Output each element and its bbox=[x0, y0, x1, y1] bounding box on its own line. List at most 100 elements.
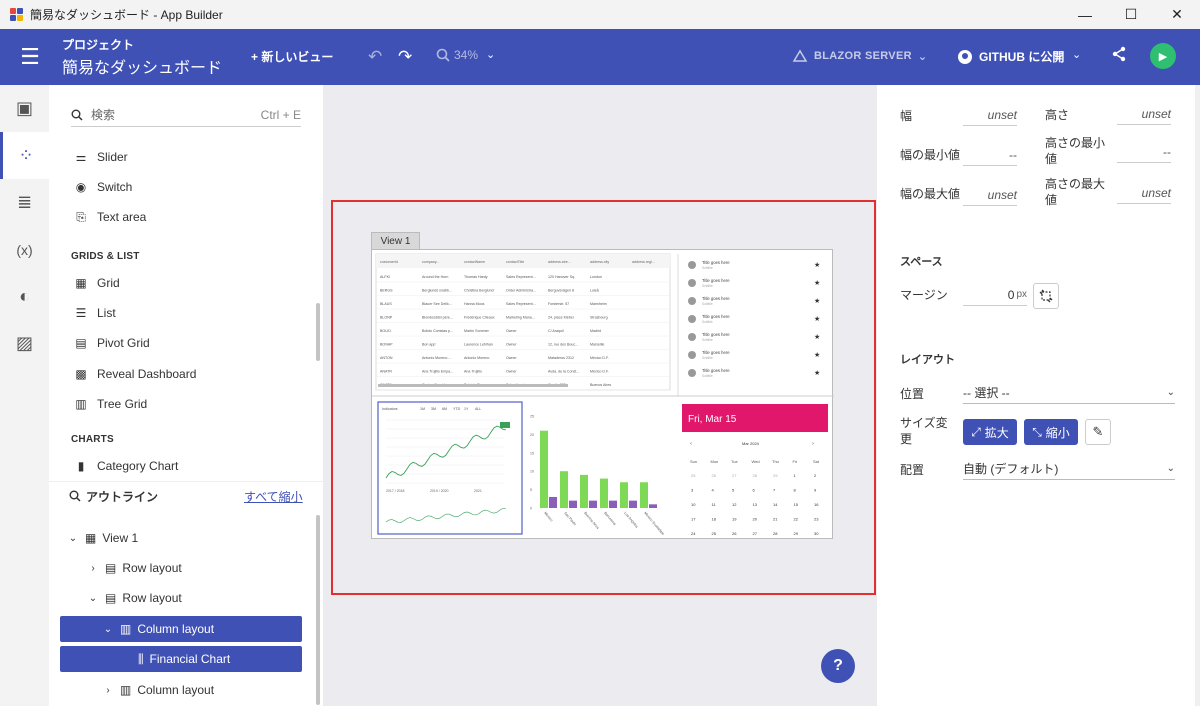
link-margin-icon[interactable] bbox=[1033, 283, 1059, 309]
margin-field[interactable]: 0 px bbox=[963, 284, 1027, 306]
chevron-down-icon: ⌄ bbox=[1166, 387, 1175, 398]
redo-icon[interactable]: ↷ bbox=[398, 47, 412, 67]
shrink-label: 縮小 bbox=[1045, 425, 1070, 440]
help-button[interactable]: ? bbox=[821, 649, 855, 683]
grid-header-cell: address.city bbox=[590, 260, 609, 264]
margin-unit: px bbox=[1016, 289, 1027, 300]
edit-icon[interactable]: ✎ bbox=[1085, 419, 1111, 445]
publish-github-button[interactable]: GITHUB に公開 bbox=[957, 48, 1064, 65]
grow-button[interactable]: ⤢ 拡大 bbox=[963, 419, 1017, 445]
list-subtitle: Subtitle bbox=[702, 338, 713, 342]
chevron-down-icon[interactable]: ⌄ bbox=[1072, 48, 1081, 61]
zoom-dropdown-icon[interactable]: ⌄ bbox=[486, 48, 495, 61]
new-view-button[interactable]: + 新しいビュー bbox=[251, 48, 333, 65]
column-layout-icon: ▥ bbox=[120, 683, 132, 697]
window-title: 簡易なダッシュボード - App Builder bbox=[30, 8, 223, 22]
github-icon bbox=[958, 49, 972, 64]
assets-icon[interactable]: ▨ bbox=[0, 320, 49, 367]
views-icon[interactable]: ▣ bbox=[0, 85, 49, 132]
view-tab[interactable]: View 1 bbox=[371, 232, 420, 250]
calendar-weekday: Tue bbox=[731, 459, 739, 464]
financial-chart-icon: ⫼ bbox=[138, 651, 144, 666]
space-section-title: スペース bbox=[900, 256, 943, 268]
close-button[interactable]: ✕ bbox=[1154, 0, 1200, 29]
grid-cell: Madrid bbox=[590, 329, 601, 333]
outline-item-financial-chart[interactable]: ⫼ Financial Chart bbox=[60, 646, 302, 672]
component-category-chart[interactable]: ▮ Category Chart bbox=[73, 456, 179, 476]
chevron-down-icon[interactable]: ⌄ bbox=[67, 533, 79, 544]
component-search-input[interactable]: 検索 Ctrl + E bbox=[71, 103, 301, 127]
bar-y-tick: 5 bbox=[530, 488, 532, 492]
chevron-right-icon[interactable]: › bbox=[102, 685, 114, 696]
component-switch[interactable]: ◉ Switch bbox=[73, 177, 133, 197]
undo-icon[interactable]: ↶ bbox=[368, 47, 382, 67]
outline-item-row-layout-2[interactable]: ⌄ ▤ Row layout bbox=[87, 585, 323, 611]
grid-cell: BLAUS bbox=[380, 302, 392, 306]
height-field[interactable]: unset bbox=[1117, 103, 1171, 125]
component-slider[interactable]: ⚌ Slider bbox=[73, 147, 128, 167]
chevron-right-icon[interactable]: › bbox=[87, 563, 99, 574]
view-surface[interactable]: customerId company... contactName contactTi… bbox=[371, 249, 834, 539]
align-select[interactable]: 自動 (デフォルト) ⌄ bbox=[963, 458, 1175, 480]
share-icon[interactable] bbox=[1111, 46, 1127, 67]
calendar-selected-date: Fri, Mar 15 bbox=[688, 414, 737, 425]
outline-item-row-layout-1[interactable]: › ▤ Row layout bbox=[87, 555, 323, 581]
shrink-button[interactable]: ⤡ 縮小 bbox=[1024, 419, 1078, 445]
component-label: Category Chart bbox=[97, 459, 179, 473]
calendar-day: 27 bbox=[753, 531, 758, 536]
max-height-label: 高さの最大値 bbox=[1045, 177, 1106, 207]
run-button[interactable]: ▶ bbox=[1150, 43, 1176, 69]
min-height-field[interactable]: -- bbox=[1117, 141, 1171, 163]
max-height-field[interactable]: unset bbox=[1117, 182, 1171, 204]
min-width-field[interactable]: -- bbox=[963, 144, 1017, 166]
project-name[interactable]: 簡易なダッシュボード bbox=[62, 54, 222, 78]
financial-date-label: 2019 / 2020 bbox=[430, 489, 449, 493]
bar-purple bbox=[649, 504, 657, 508]
view-icon: ▦ bbox=[85, 531, 97, 545]
selected-view-outline[interactable]: View 1 customerId company... contactName co… bbox=[331, 200, 876, 595]
variables-icon[interactable]: (x) bbox=[0, 226, 49, 273]
minimize-button[interactable]: — bbox=[1062, 0, 1108, 29]
blazor-icon bbox=[792, 49, 808, 62]
outline-item-view-1[interactable]: ⌄ ▦ View 1 bbox=[67, 525, 309, 551]
component-grid[interactable]: ▦ Grid bbox=[73, 273, 119, 293]
financial-date-label: 2021 bbox=[474, 489, 482, 493]
components-scrollbar[interactable] bbox=[316, 303, 320, 361]
design-canvas[interactable]: View 1 customerId company... contactName co… bbox=[323, 85, 877, 706]
calendar-day: 19 bbox=[732, 517, 737, 522]
grid-cell: Order Administra... bbox=[506, 289, 536, 293]
component-list[interactable]: ☰ List bbox=[73, 303, 116, 323]
outline-item-column-layout-selected[interactable]: ⌄ ▥ Column layout bbox=[60, 616, 302, 642]
list-title: Title goes here bbox=[702, 260, 730, 265]
components-icon[interactable]: ⁘ bbox=[0, 132, 49, 179]
avatar bbox=[688, 261, 696, 269]
position-select[interactable]: -- 選択 -- ⌄ bbox=[963, 382, 1175, 404]
search-icon[interactable] bbox=[69, 490, 81, 502]
properties-scrollbar[interactable] bbox=[1195, 85, 1200, 706]
chevron-down-icon[interactable]: ⌄ bbox=[87, 593, 99, 604]
component-pivot-grid[interactable]: ▤ Pivot Grid bbox=[73, 333, 149, 353]
avatar bbox=[688, 333, 696, 341]
grid-cell: 120 Hanover Sq. bbox=[548, 275, 575, 279]
bar-green bbox=[560, 471, 568, 508]
platform-selector[interactable]: BLAZOR SERVER ⌄ bbox=[792, 49, 927, 63]
max-width-field[interactable]: unset bbox=[963, 184, 1017, 206]
width-field[interactable]: unset bbox=[963, 104, 1017, 126]
chevron-down-icon[interactable]: ⌄ bbox=[102, 624, 114, 635]
zoom-control[interactable]: 34% bbox=[436, 48, 478, 62]
component-reveal-dashboard[interactable]: ▩ Reveal Dashboard bbox=[73, 364, 196, 384]
collapse-all-link[interactable]: すべて縮小 bbox=[244, 488, 303, 505]
component-text-area[interactable]: ⎘ Text area bbox=[73, 207, 146, 227]
outline-item-column-layout[interactable]: › ▥ Column layout bbox=[102, 677, 323, 703]
outline-label: Row layout bbox=[122, 561, 182, 575]
maximize-button[interactable]: ☐ bbox=[1108, 0, 1154, 29]
shrink-icon: ⤡ bbox=[1032, 424, 1042, 439]
bar-category-label: Sao Paulo bbox=[563, 511, 577, 526]
component-tree-grid[interactable]: ▥ Tree Grid bbox=[73, 394, 147, 414]
data-icon[interactable]: ≣ bbox=[0, 179, 49, 226]
theme-icon[interactable]: ◐ bbox=[0, 273, 49, 320]
list-title: Title goes here bbox=[702, 314, 730, 319]
chevron-right-icon: › bbox=[812, 441, 814, 447]
outline-scrollbar[interactable] bbox=[316, 515, 320, 705]
menu-icon[interactable]: ☰ bbox=[0, 29, 60, 85]
